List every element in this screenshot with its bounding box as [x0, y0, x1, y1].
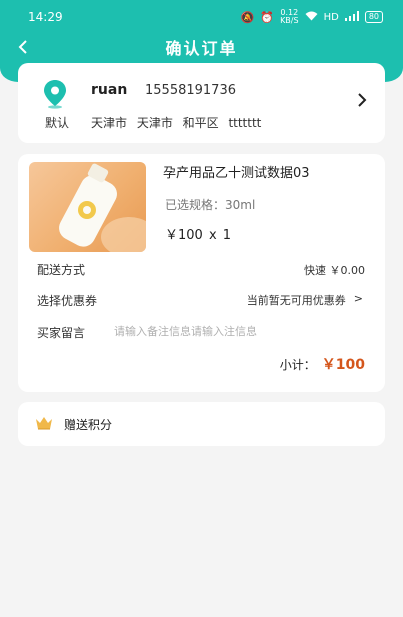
product-price-quantity: ￥100 x 1 [165, 228, 232, 243]
coupon-arrow: > [353, 292, 363, 305]
alarm-icon: ⏰ [260, 10, 275, 24]
status-icons: 🔕 ⏰ 0.12 KB/S HD 80 [241, 9, 383, 25]
back-button[interactable] [18, 34, 38, 60]
address-card[interactable]: 默认 ruan 15558191736 天津市 天津市 和平区 ttttttt [18, 63, 385, 143]
mute-icon: 🔕 [240, 10, 255, 24]
status-time: 14:29 [28, 10, 63, 24]
chevron-left-icon [18, 40, 27, 54]
subtotal-value: ￥100 [321, 357, 365, 373]
order-card: 孕产用品乙十测试数据03 已选规格：30ml ￥100 x 1 配送方式 快速 … [18, 154, 385, 392]
coupon-label: 选择优惠券 [37, 294, 98, 308]
remark-input[interactable] [114, 322, 364, 340]
coupon-selector[interactable]: 当前暂无可用优惠券 > [247, 292, 363, 308]
location-pin-icon [44, 80, 66, 109]
nav-bar: 确认订单 [0, 34, 403, 60]
recipient-name: ruan [91, 82, 128, 98]
points-label: 赠送积分 [64, 418, 113, 432]
remark-label: 买家留言 [37, 326, 86, 340]
product-name: 孕产用品乙十测试数据03 [163, 166, 310, 181]
network-speed: 0.12 KB/S [280, 8, 299, 25]
status-bar: 14:29 🔕 ⏰ 0.12 KB/S HD 80 [0, 0, 403, 34]
default-address-tag: 默认 [45, 116, 70, 130]
signal-icon [344, 10, 359, 24]
recipient-phone: 15558191736 [145, 83, 236, 98]
address-detail: 天津市 天津市 和平区 ttttttt [91, 116, 262, 130]
page-title: 确认订单 [165, 39, 238, 58]
product-spec: 已选规格：30ml [165, 198, 256, 212]
subtotal: 小计： ￥100 [280, 354, 365, 374]
crown-icon [36, 417, 52, 430]
product-image [29, 162, 146, 252]
hd-label: HD [323, 11, 339, 23]
battery-icon: 80 [364, 11, 383, 23]
points-card: 赠送积分 [18, 402, 385, 446]
chevron-right-icon[interactable] [357, 91, 367, 112]
subtotal-label: 小计： [279, 358, 316, 372]
delivery-label: 配送方式 [37, 263, 86, 277]
wifi-icon [305, 11, 318, 24]
delivery-value: 快速 ￥0.00 [304, 264, 365, 277]
coupon-value: 当前暂无可用优惠券 [246, 294, 346, 307]
